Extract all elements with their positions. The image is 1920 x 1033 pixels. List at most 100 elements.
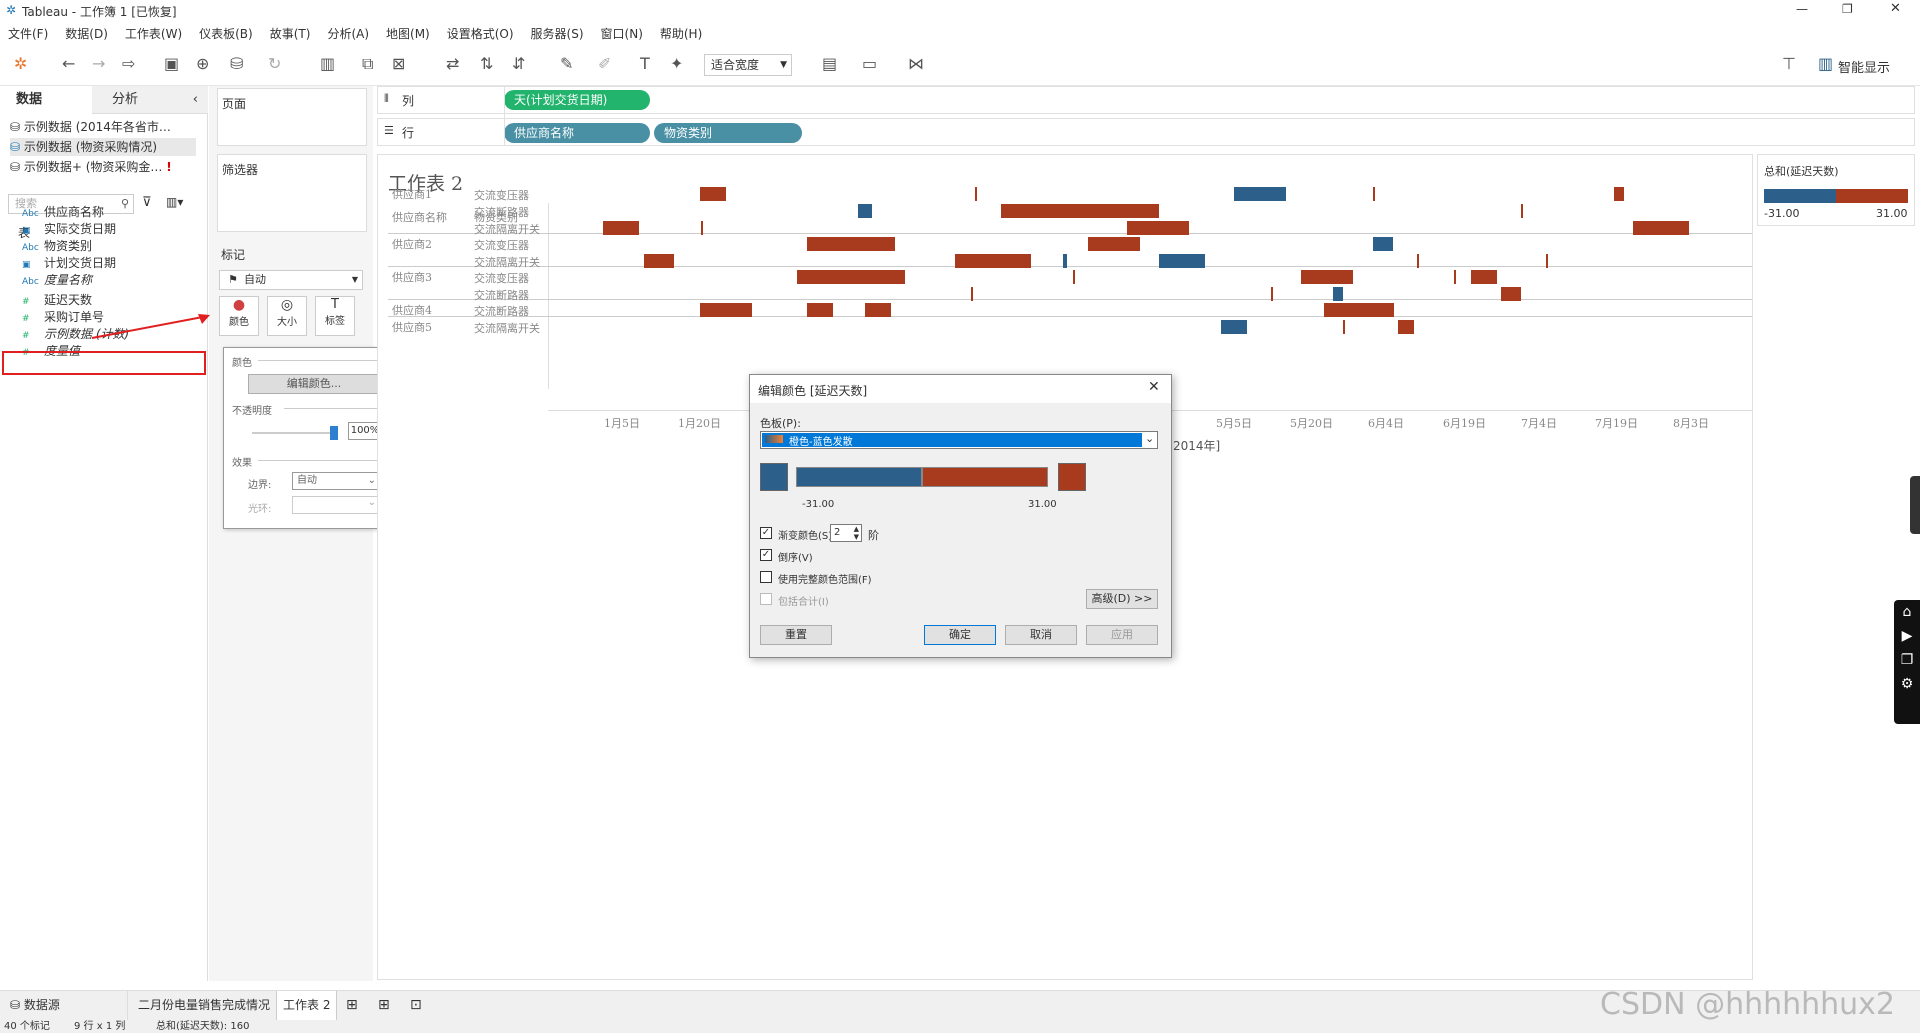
gantt-bar[interactable] bbox=[1333, 287, 1343, 301]
columns-shelf[interactable]: ⦀ 列 天(计划交货日期) bbox=[377, 86, 1915, 114]
show-me-button[interactable]: 智能显示 bbox=[1838, 57, 1890, 76]
opacity-slider-thumb[interactable] bbox=[330, 426, 338, 440]
gantt-bar[interactable] bbox=[603, 221, 639, 235]
gantt-bar[interactable] bbox=[807, 237, 895, 251]
gantt-bar[interactable] bbox=[1373, 187, 1375, 201]
duplicate-sheet-icon[interactable]: ⧉ bbox=[362, 54, 373, 74]
color-button[interactable]: ● 颜色 bbox=[219, 296, 259, 336]
gantt-bar[interactable] bbox=[644, 254, 674, 268]
halo-select[interactable]: ⌄ bbox=[292, 496, 380, 514]
filters-card[interactable]: 筛选器 bbox=[217, 154, 367, 232]
color-legend[interactable]: 总和(延迟天数) -31.00 31.00 bbox=[1757, 154, 1915, 226]
presentation-icon[interactable]: ▭ bbox=[862, 54, 877, 73]
size-button[interactable]: ◎ 大小 bbox=[267, 296, 307, 336]
gantt-bar[interactable] bbox=[1001, 204, 1159, 218]
menu-item[interactable]: 仪表板(B) bbox=[199, 25, 253, 42]
apply-button[interactable]: 应用 bbox=[1086, 625, 1158, 645]
gantt-bar[interactable] bbox=[858, 204, 872, 218]
new-dashboard-icon[interactable]: ⊞ bbox=[378, 997, 390, 1013]
mark-type-dropdown[interactable]: ⚑ 自动 ▼ bbox=[219, 270, 363, 290]
swap-icon[interactable]: ⇄ bbox=[446, 54, 459, 73]
menu-item[interactable]: 设置格式(O) bbox=[447, 25, 514, 42]
gantt-bar[interactable] bbox=[1614, 187, 1624, 201]
gantt-bar[interactable] bbox=[1417, 254, 1419, 268]
label-icon[interactable]: T bbox=[640, 54, 650, 73]
gantt-bar[interactable] bbox=[700, 303, 752, 317]
tooltip-pin-icon[interactable]: ⊤ bbox=[1782, 54, 1796, 73]
clear-sheet-icon[interactable]: ⊠ bbox=[392, 54, 405, 73]
gantt-bar[interactable] bbox=[1159, 254, 1205, 268]
group-icon[interactable]: ✐ bbox=[598, 54, 611, 73]
field-item[interactable]: Abc 度量名称 bbox=[22, 270, 92, 290]
gantt-bar[interactable] bbox=[955, 254, 1031, 268]
new-story-icon[interactable]: ⊡ bbox=[410, 997, 422, 1013]
row-pill[interactable]: 物资类别 bbox=[654, 123, 802, 143]
pin-icon[interactable]: ✦ bbox=[670, 54, 683, 73]
cancel-button[interactable]: 取消 bbox=[1005, 625, 1077, 645]
gantt-bar[interactable] bbox=[1471, 270, 1497, 284]
tab-datasource[interactable]: ⛁ 数据源 bbox=[0, 991, 128, 1021]
gantt-bar[interactable] bbox=[1234, 187, 1286, 201]
border-select[interactable]: 自动 ⌄ bbox=[292, 472, 380, 490]
gantt-bar[interactable] bbox=[1127, 221, 1189, 235]
row-pill[interactable]: 供应商名称 bbox=[504, 123, 650, 143]
gantt-bar[interactable] bbox=[1343, 320, 1345, 334]
gantt-bar[interactable] bbox=[1063, 254, 1067, 268]
tab-sheet-active[interactable]: 工作表 2 bbox=[276, 991, 338, 1021]
datasource-icon[interactable]: ⛁ bbox=[230, 54, 243, 73]
gantt-bar[interactable] bbox=[1088, 237, 1140, 251]
gantt-bar[interactable] bbox=[1073, 270, 1075, 284]
menu-item[interactable]: 窗口(N) bbox=[601, 25, 643, 42]
steps-stepper[interactable]: 2 ▲ ▼ bbox=[830, 524, 862, 542]
gantt-bar[interactable] bbox=[971, 287, 973, 301]
filter-icon[interactable]: ⊽ bbox=[142, 195, 152, 210]
gantt-bar[interactable] bbox=[1633, 221, 1689, 235]
gantt-bar[interactable] bbox=[1501, 287, 1521, 301]
gantt-bar[interactable] bbox=[1271, 287, 1273, 301]
gantt-bar[interactable] bbox=[1454, 270, 1456, 284]
gantt-bar[interactable] bbox=[807, 303, 833, 317]
redo-icon[interactable]: → bbox=[92, 54, 105, 73]
gantt-bar[interactable] bbox=[700, 187, 726, 201]
marks-card[interactable]: 标记 ⚑ 自动 ▼ ● 颜色 ◎ 大小 T 标签 bbox=[217, 240, 367, 350]
save-icon[interactable]: ▣ bbox=[164, 54, 179, 73]
menu-item[interactable]: 地图(M) bbox=[386, 25, 430, 42]
restore-icon[interactable]: ❐ bbox=[1842, 2, 1853, 16]
full-range-checkbox[interactable] bbox=[760, 571, 772, 583]
new-datasource-icon[interactable]: ⊕ bbox=[196, 54, 209, 73]
gantt-bar[interactable] bbox=[1301, 270, 1353, 284]
sort-desc-icon[interactable]: ⇵ bbox=[512, 54, 525, 73]
stepped-checkbox[interactable]: ✓ bbox=[760, 527, 772, 539]
gantt-bar[interactable] bbox=[1521, 204, 1523, 218]
datasource-item[interactable]: ⛁ 示例数据 (2014年各省市… bbox=[10, 118, 171, 136]
label-button[interactable]: T 标签 bbox=[315, 296, 355, 336]
advanced-button[interactable]: 高级(D) >> bbox=[1086, 589, 1158, 609]
video-icon[interactable]: ▶ bbox=[1894, 624, 1920, 648]
max-color-swatch[interactable] bbox=[1058, 463, 1086, 491]
gantt-bar[interactable] bbox=[1546, 254, 1548, 268]
datasource-item-active[interactable]: ⛁ 示例数据 (物资采购情况) bbox=[10, 138, 196, 156]
view-options-icon[interactable]: ▥▾ bbox=[166, 195, 183, 209]
pages-card[interactable]: 页面 bbox=[217, 88, 367, 146]
camera-icon[interactable]: ⌂ bbox=[1894, 600, 1920, 624]
undo-icon[interactable]: ← bbox=[62, 54, 75, 73]
tab-data[interactable]: 数据 bbox=[0, 86, 92, 114]
gantt-bar[interactable] bbox=[975, 187, 977, 201]
gantt-bar[interactable] bbox=[701, 221, 703, 235]
rows-shelf[interactable]: ☰ 行 供应商名称 物资类别 bbox=[377, 118, 1915, 146]
reversed-checkbox[interactable]: ✓ bbox=[760, 549, 772, 561]
menu-item[interactable]: 帮助(H) bbox=[660, 25, 702, 42]
ok-button[interactable]: 确定 bbox=[924, 625, 996, 645]
menu-item[interactable]: 数据(D) bbox=[65, 25, 108, 42]
include-totals-checkbox[interactable] bbox=[760, 593, 772, 605]
window-icon[interactable]: ❐ bbox=[1894, 648, 1920, 672]
tab-analysis[interactable]: 分析 ‹ bbox=[92, 86, 208, 114]
close-icon[interactable]: ✕ bbox=[1148, 379, 1160, 395]
collapse-icon[interactable]: ‹ bbox=[193, 86, 198, 114]
gantt-bar[interactable] bbox=[1221, 320, 1247, 334]
refresh-icon[interactable]: ↻ bbox=[268, 54, 281, 73]
menu-item[interactable]: 文件(F) bbox=[8, 25, 48, 42]
fit-dropdown[interactable]: 适合宽度 ▼ bbox=[704, 54, 792, 76]
tableau-home-icon[interactable]: ✲ bbox=[14, 54, 27, 73]
reset-button[interactable]: 重置 bbox=[760, 625, 832, 645]
